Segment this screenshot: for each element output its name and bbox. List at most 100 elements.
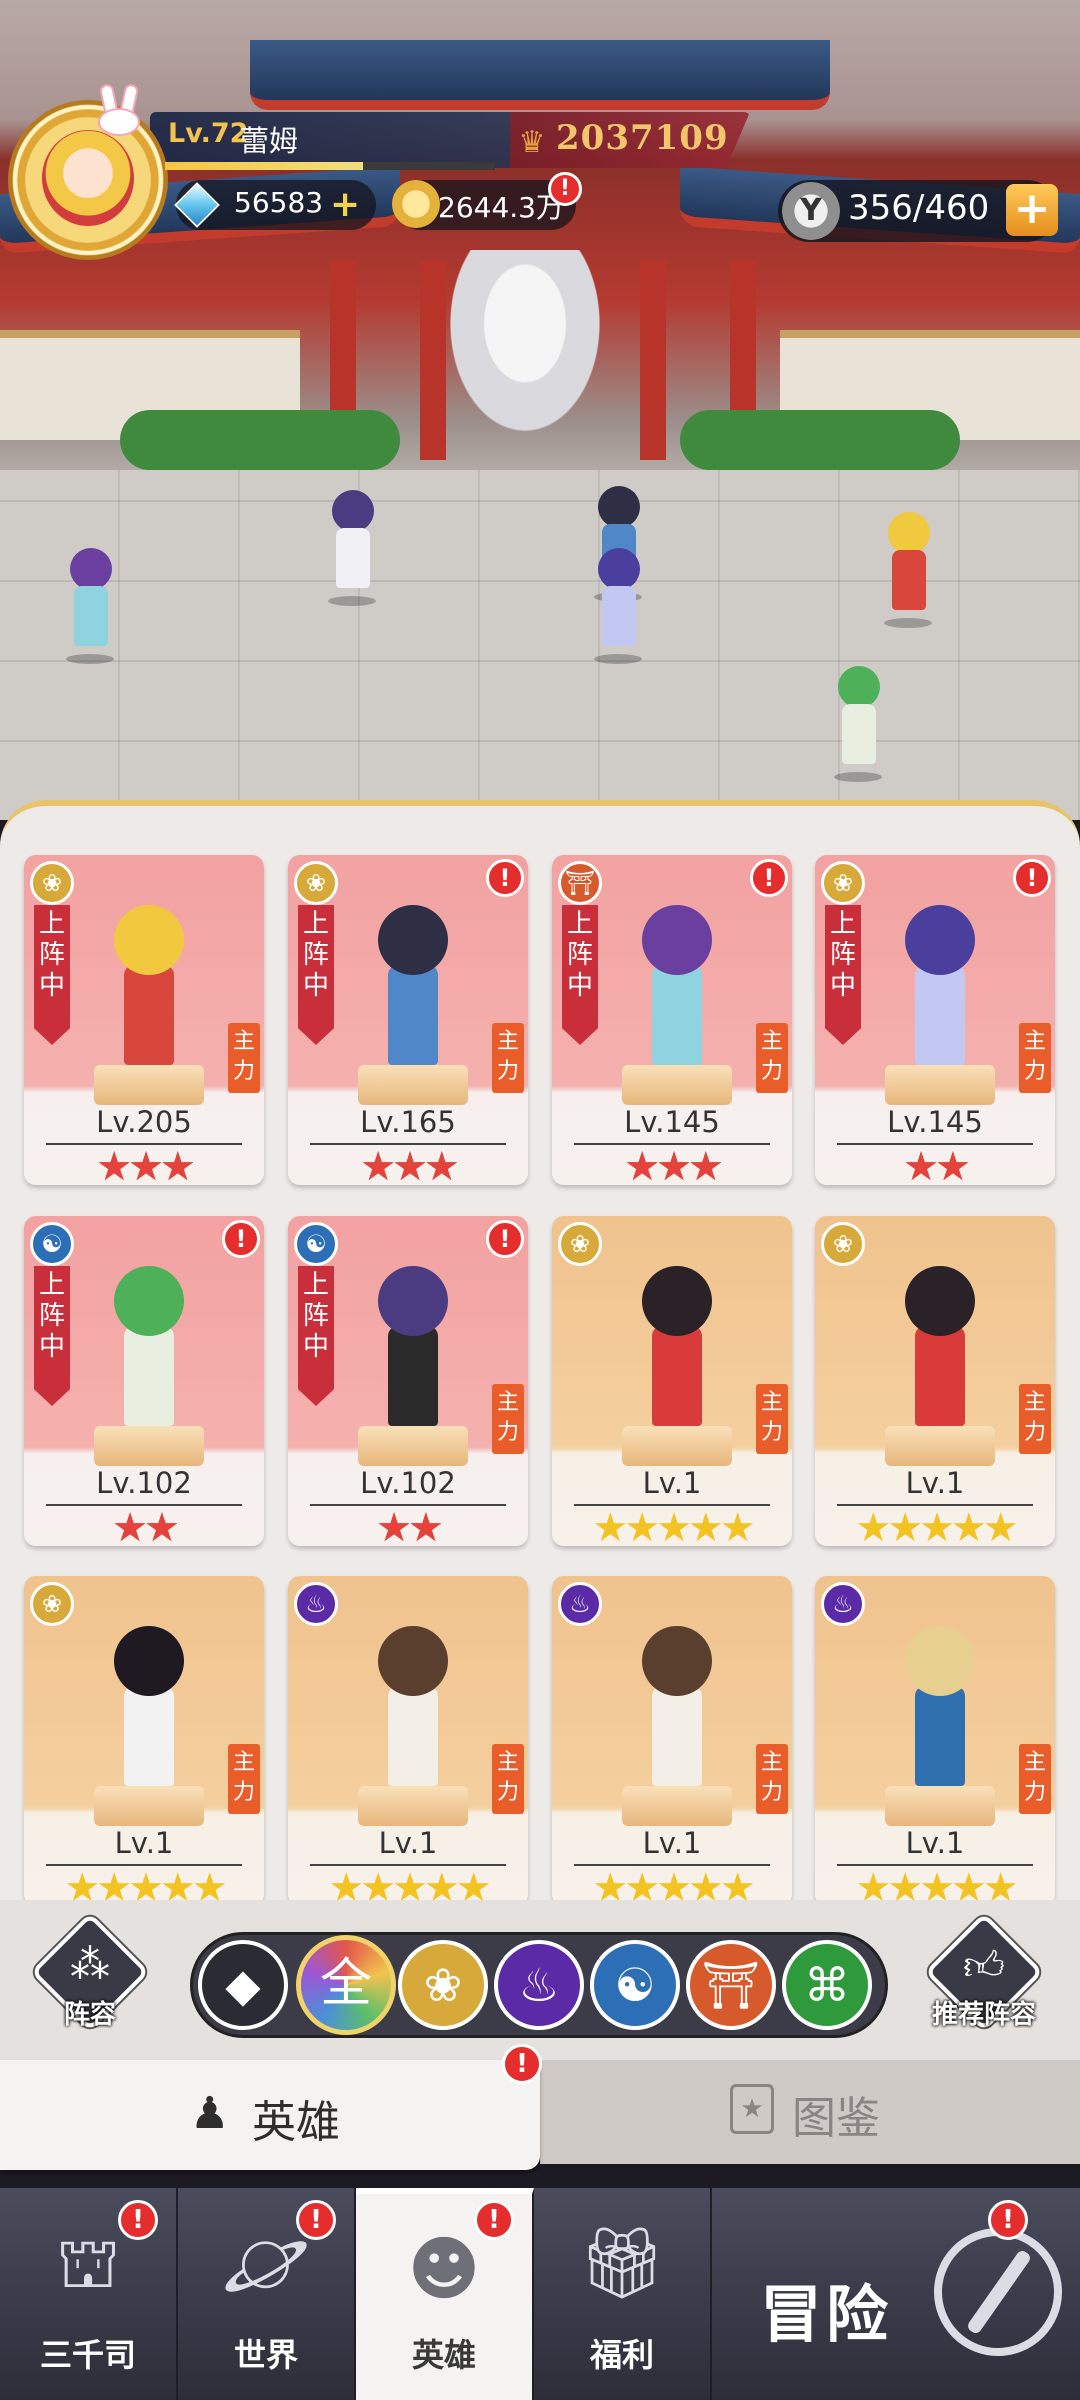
scene-hero[interactable] [586, 548, 650, 664]
hero-portrait [104, 895, 194, 1075]
lotus-icon[interactable]: ❀ [398, 1940, 488, 2030]
role-tag: 主力 [756, 1384, 788, 1454]
scene-hero[interactable] [876, 512, 940, 628]
tab-heroes[interactable]: ♟ 英雄 [0, 2060, 540, 2170]
nav-benefits[interactable]: 🎁︎ 福利 [534, 2188, 712, 2400]
hero-level: Lv.1 [642, 1466, 702, 1500]
hero-card[interactable]: ♨ 主力 Lv.1 ★★★★★ [288, 1576, 528, 1906]
nav-alert-badge: ! [296, 2200, 336, 2240]
add-gems-button[interactable]: + [330, 184, 360, 225]
hero-alert-badge: ! [1013, 859, 1051, 897]
hero-card[interactable]: ❀ 主力 Lv.1 ★★★★★ [815, 1216, 1055, 1546]
scene-hero[interactable] [320, 490, 384, 606]
hero-card[interactable]: ❀ 上阵中 主力 Lv.205 ★★★ [24, 855, 264, 1185]
gold-alert-badge: ! [548, 172, 582, 206]
planet-icon: 🪐︎ [221, 2222, 311, 2304]
player-level: Lv.72 [168, 118, 249, 149]
lotus-icon: ❀ [821, 1222, 865, 1266]
player-name: 蕾姆 [240, 124, 299, 158]
hero-level: Lv.1 [114, 1826, 174, 1860]
lotus-icon: ❀ [558, 1222, 602, 1266]
game-screen: Lv.72 蕾姆 ♛ 2037109 56583 + 2644.3万 ! Y 3… [0, 0, 1080, 2400]
swirl-icon[interactable]: ☯ [590, 1940, 680, 2030]
hero-level: Lv.1 [378, 1826, 438, 1860]
hero-level: Lv.145 [624, 1105, 720, 1139]
deployed-ribbon: 上阵中 [825, 905, 861, 1045]
nav-alert-badge: ! [118, 2200, 158, 2240]
pagoda-icon: ⛫ [55, 2222, 121, 2304]
hero-card[interactable]: ♨ 主力 Lv.1 ★★★★★ [552, 1576, 792, 1906]
role-tag: 主力 [228, 1744, 260, 1814]
hero-level: Lv.1 [642, 1826, 702, 1860]
hero-portrait [632, 895, 722, 1075]
fox-statue [430, 250, 620, 460]
all-icon[interactable]: 全 [296, 1935, 396, 2035]
scene-hero[interactable] [826, 666, 890, 782]
nav-label: 英雄 [411, 2336, 476, 2374]
deployed-ribbon: 上阵中 [298, 905, 334, 1045]
lotus-icon: ❀ [821, 861, 865, 905]
meditation-icon[interactable]: ⛩ [686, 1940, 776, 2030]
lotus-icon: ❀ [30, 861, 74, 905]
hero-portrait [895, 895, 985, 1075]
flame-icon: ♨ [558, 1582, 602, 1626]
nav-alert-badge: ! [988, 2200, 1028, 2240]
stamina-icon: Y [782, 182, 840, 240]
exp-bar-fill [165, 162, 363, 170]
formation-button[interactable]: ⁂ 阵容 [30, 1912, 150, 2048]
nav-label: 三千司 [39, 2336, 136, 2374]
lotus-icon: ❀ [294, 861, 338, 905]
flower-bed [120, 410, 400, 470]
pillar [640, 260, 666, 460]
hero-card[interactable]: ❀ 上阵中 主力 Lv.165 ★★★! [288, 855, 528, 1185]
gem-icon [172, 180, 222, 230]
temple-roof [250, 40, 830, 110]
role-tag: 主力 [1019, 1023, 1051, 1093]
hero-card[interactable]: ☯ 上阵中 Lv.102 ★★! [24, 1216, 264, 1546]
star-rating: ★★★ [96, 1144, 196, 1185]
star-rating: ★★★ [360, 1144, 460, 1185]
hero-level: Lv.102 [96, 1466, 192, 1500]
flame-icon[interactable]: ♨ [494, 1940, 584, 2030]
hero-card[interactable]: ⛩ 上阵中 主力 Lv.145 ★★★! [552, 855, 792, 1185]
hero-level: Lv.1 [905, 1466, 965, 1500]
gift-box-icon: 🎁︎ [577, 2222, 667, 2304]
role-tag: 主力 [492, 1744, 524, 1814]
hero-portrait [368, 1616, 458, 1796]
hero-card[interactable]: ❀ 上阵中 主力 Lv.145 ★★! [815, 855, 1055, 1185]
tab-heroes-alert-badge: ! [502, 2044, 542, 2084]
diamond-icon[interactable]: ◆ [198, 1940, 288, 2030]
hero-portrait [895, 1256, 985, 1436]
flame-icon: ♨ [294, 1582, 338, 1626]
role-tag: 主力 [228, 1023, 260, 1093]
hero-card[interactable]: ❀ 主力 Lv.1 ★★★★★ [24, 1576, 264, 1906]
adventure-label: 冒险 [760, 2278, 893, 2351]
gold-count: 2644.3万 [438, 191, 564, 224]
hero-level: Lv.145 [887, 1105, 983, 1139]
exp-bar [165, 162, 495, 170]
lotus-icon: ❀ [30, 1582, 74, 1626]
power-icon: ♛ [518, 125, 546, 160]
recommend-formation-button[interactable]: 👍︎ 推荐阵容 [924, 1912, 1044, 2048]
role-tag: 主力 [492, 1384, 524, 1454]
hero-silhouette-icon: ♟ [190, 2088, 230, 2139]
compass-icon [934, 2228, 1062, 2356]
tab-heroes-label: 英雄 [252, 2097, 340, 2148]
nav-label: 福利 [589, 2336, 654, 2374]
tab-codex[interactable]: ★ 图鉴 [540, 2060, 1080, 2164]
swirl-icon: ☯ [30, 1222, 74, 1266]
star-rating: ★★ [376, 1505, 444, 1546]
star-rating: ★★★★★ [592, 1505, 755, 1546]
hero-alert-badge: ! [486, 1220, 524, 1258]
role-tag: 主力 [1019, 1384, 1051, 1454]
add-stamina-button[interactable]: + [1006, 184, 1058, 236]
scene-hero[interactable] [58, 548, 122, 664]
thumbs-up-icon: 👍︎ [963, 1943, 1005, 1989]
dna-icon[interactable]: ⌘ [782, 1940, 872, 2030]
flame-icon: ♨ [821, 1582, 865, 1626]
hero-card[interactable]: ❀ 主力 Lv.1 ★★★★★ [552, 1216, 792, 1546]
hero-card[interactable]: ♨ 主力 Lv.1 ★★★★★ [815, 1576, 1055, 1906]
hero-card[interactable]: ☯ 上阵中 主力 Lv.102 ★★! [288, 1216, 528, 1546]
star-rating: ★★★★★ [855, 1505, 1018, 1546]
stamina-value: 356/460 [848, 188, 990, 228]
